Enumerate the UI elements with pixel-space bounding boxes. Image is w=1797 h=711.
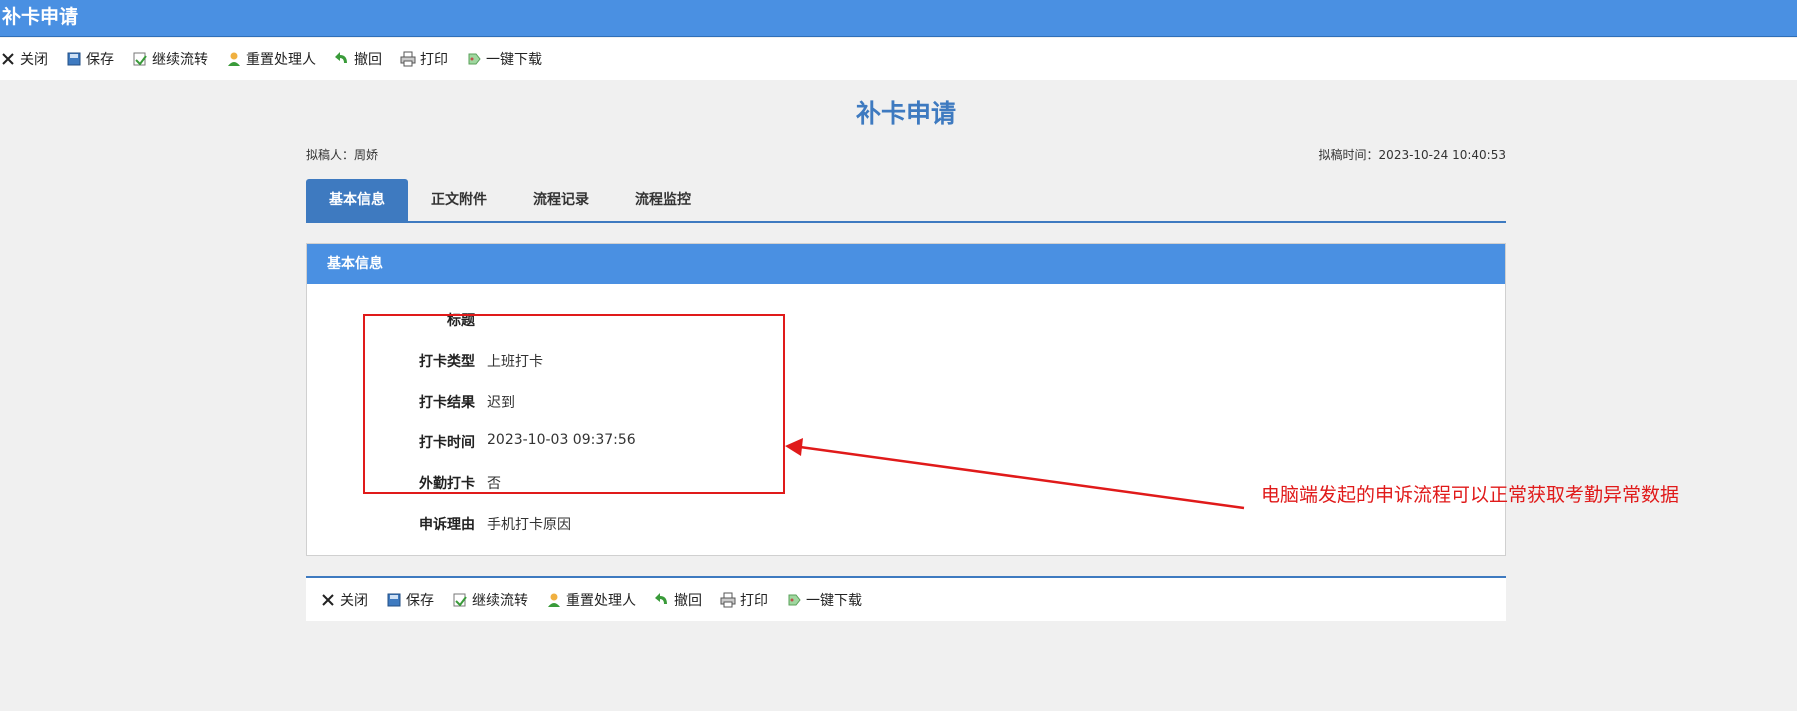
print-button-bottom[interactable]: 打印 [720, 590, 768, 610]
save-label: 保存 [406, 592, 434, 609]
close-icon [0, 51, 16, 67]
print-label: 打印 [740, 592, 768, 609]
tab-basic-info[interactable]: 基本信息 [306, 179, 408, 221]
draft-time: 拟稿时间：2023-10-24 10:40:53 [1318, 148, 1506, 162]
close-icon [320, 592, 336, 608]
tab-attachments[interactable]: 正文附件 [408, 179, 510, 221]
save-button-bottom[interactable]: 保存 [386, 590, 434, 610]
close-label: 关闭 [340, 592, 368, 609]
reassign-button-bottom[interactable]: 重置处理人 [546, 590, 636, 610]
print-icon [720, 592, 736, 608]
print-icon [400, 51, 416, 67]
save-icon [66, 51, 82, 67]
print-button[interactable]: 打印 [400, 49, 448, 69]
reassign-user-icon [226, 51, 242, 67]
withdraw-icon [654, 592, 670, 608]
withdraw-button[interactable]: 撤回 [334, 49, 382, 69]
field-value: 手机打卡原因 [487, 517, 571, 533]
reassign-user-icon [546, 592, 562, 608]
print-label: 打印 [420, 52, 448, 68]
continue-flow-button[interactable]: 继续流转 [132, 49, 208, 69]
tab-flow-records[interactable]: 流程记录 [510, 179, 612, 221]
tab-flow-monitor[interactable]: 流程监控 [612, 179, 714, 221]
close-label: 关闭 [20, 52, 48, 68]
withdraw-label: 撤回 [354, 52, 382, 68]
download-label: 一键下载 [806, 592, 862, 609]
bottom-toolbar: 关闭 保存 继续流转 重置处理人 撤回 打印 一键下载 [306, 576, 1506, 621]
annotation-highlight-box [363, 314, 785, 494]
continue-flow-button-bottom[interactable]: 继续流转 [452, 590, 528, 610]
download-icon [466, 51, 482, 67]
drafter: 拟稿人：周娇 [306, 148, 379, 162]
document-title: 补卡申请 [855, 99, 956, 128]
withdraw-button-bottom[interactable]: 撤回 [654, 590, 702, 610]
field-label: 申诉理由 [419, 517, 475, 533]
close-button[interactable]: 关闭 [0, 49, 48, 69]
window-title: 补卡申请 [0, 0, 1797, 37]
continue-flow-label: 继续流转 [152, 52, 208, 68]
download-button-bottom[interactable]: 一键下载 [786, 590, 862, 610]
continue-flow-icon [452, 592, 468, 608]
download-label: 一键下载 [486, 52, 542, 68]
continue-flow-icon [132, 51, 148, 67]
annotation-text: 电脑端发起的申诉流程可以正常获取考勤异常数据 [1261, 484, 1680, 506]
download-icon [786, 592, 802, 608]
close-button-bottom[interactable]: 关闭 [320, 590, 368, 610]
reassign-button[interactable]: 重置处理人 [226, 49, 316, 69]
withdraw-icon [334, 51, 350, 67]
reassign-label: 重置处理人 [246, 52, 316, 68]
save-label: 保存 [86, 52, 114, 68]
download-button[interactable]: 一键下载 [466, 49, 542, 69]
reassign-label: 重置处理人 [566, 592, 636, 609]
save-icon [386, 592, 402, 608]
save-button[interactable]: 保存 [66, 49, 114, 69]
panel-header: 基本信息 [307, 244, 1505, 284]
withdraw-label: 撤回 [674, 592, 702, 609]
continue-flow-label: 继续流转 [472, 592, 528, 609]
top-toolbar: 关闭 保存 继续流转 重置处理人 撤回 打印 一键下载 [0, 38, 1797, 80]
tab-bar: 基本信息 正文附件 流程记录 流程监控 [306, 179, 1506, 223]
